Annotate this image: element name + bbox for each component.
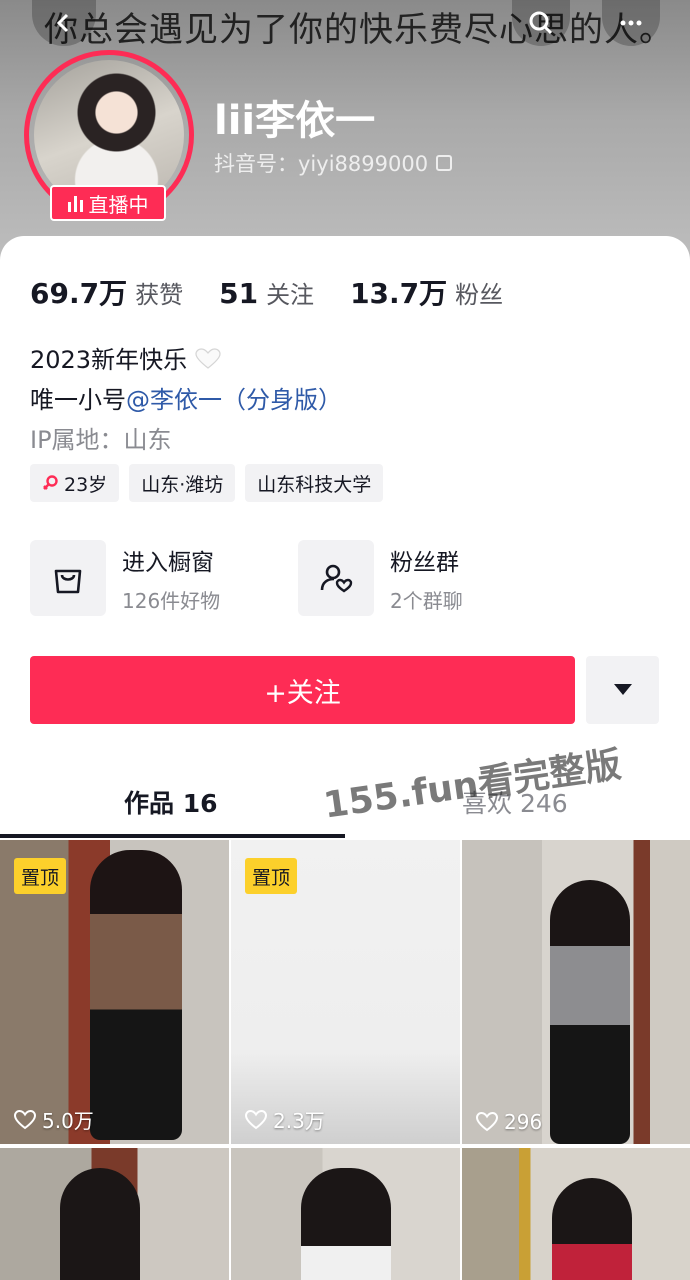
video-thumbnail[interactable] — [0, 1148, 229, 1280]
heart-outline-icon — [476, 1112, 498, 1132]
fan-group-icon — [298, 540, 374, 616]
douyin-id: 抖音号：yiyi8899000 — [214, 148, 453, 178]
profile-header: 你总会遇见为了你的快乐费尽心思的人。 直播中 lii李依一 抖音号：yiyi88… — [0, 0, 690, 260]
video-thumbnail[interactable]: 296 — [462, 840, 690, 1144]
video-thumbnail[interactable] — [231, 1148, 460, 1280]
stat-label: 获赞 — [135, 281, 184, 309]
banner-text: 你总会遇见为了你的快乐费尽心思的人。 — [44, 10, 674, 50]
video-thumbnail[interactable]: 置顶 2.3万 — [231, 840, 460, 1144]
tab-underline — [0, 834, 345, 838]
live-badge[interactable]: 直播中 — [50, 185, 166, 221]
username: lii李依一 — [214, 98, 376, 144]
heart-outline-icon — [14, 1109, 36, 1129]
shop-window-entry[interactable]: 进入橱窗 126件好物 — [30, 540, 298, 616]
profile-card: 69.7万 获赞 51 关注 13.7万 粉丝 2023新年快乐 唯一小号@李依… — [0, 236, 690, 1280]
follow-button[interactable]: +关注 — [30, 656, 575, 724]
stat-followers[interactable]: 13.7万 粉丝 — [350, 272, 503, 312]
douyin-id-text: 抖音号：yiyi8899000 — [214, 152, 429, 176]
tag-school: 山东科技大学 — [245, 464, 384, 502]
bio-line-1: 2023新年快乐 — [30, 340, 342, 380]
bio-text: 唯一小号 — [30, 386, 126, 414]
like-count: 296 — [504, 1110, 543, 1134]
tag-age: 23岁 — [30, 464, 120, 502]
video-likes: 5.0万 — [14, 1105, 94, 1134]
shopping-bag-icon — [30, 540, 106, 616]
tag-label: 山东科技大学 — [257, 473, 372, 496]
copy-icon[interactable] — [436, 155, 453, 171]
stat-label: 粉丝 — [455, 281, 504, 309]
more-icon — [620, 20, 642, 26]
shortcut-subtitle: 2个群聊 — [390, 588, 463, 613]
pinned-badge: 置顶 — [14, 858, 67, 894]
chevron-left-icon — [56, 13, 69, 33]
fan-group-entry[interactable]: 粉丝群 2个群聊 — [298, 540, 566, 616]
female-icon — [43, 475, 58, 490]
more-options-button[interactable] — [586, 656, 659, 724]
tab-works[interactable]: 作品 16 — [124, 784, 218, 820]
tag-label: 山东·潍坊 — [141, 473, 224, 496]
shortcuts-row: 进入橱窗 126件好物 粉丝群 2个群聊 — [30, 540, 566, 616]
like-count: 2.3万 — [273, 1109, 325, 1133]
video-thumbnail[interactable]: 置顶 5.0万 — [0, 840, 229, 1144]
tag-label: 23岁 — [64, 473, 108, 496]
stat-following[interactable]: 51 关注 — [219, 275, 314, 310]
stat-likes: 69.7万 获赞 — [30, 272, 183, 312]
video-thumbnail[interactable] — [462, 1148, 690, 1280]
bio-text: 2023新年快乐 — [30, 346, 188, 374]
tag-location: 山东·潍坊 — [129, 464, 236, 502]
live-bars-icon — [67, 194, 83, 212]
bio-line-2: 唯一小号@李依一（分身版） — [30, 380, 342, 420]
like-count: 5.0万 — [42, 1109, 94, 1133]
shortcut-title: 粉丝群 — [390, 549, 459, 576]
bio: 2023新年快乐 唯一小号@李依一（分身版） IP属地：山东 — [30, 340, 342, 460]
ip-location: IP属地：山东 — [30, 426, 172, 454]
stats-row: 69.7万 获赞 51 关注 13.7万 粉丝 — [30, 272, 539, 312]
stat-number: 13.7万 — [350, 277, 448, 310]
live-label: 直播中 — [88, 192, 149, 217]
white-heart-icon — [195, 348, 221, 369]
heart-outline-icon — [245, 1109, 267, 1129]
search-icon — [529, 11, 553, 35]
shortcut-title: 进入橱窗 — [122, 549, 214, 576]
stat-number: 69.7万 — [30, 277, 128, 310]
stat-number: 51 — [219, 277, 259, 310]
mention-link[interactable]: @李依一（分身版） — [126, 386, 342, 414]
video-likes: 2.3万 — [245, 1105, 325, 1134]
shortcut-subtitle: 126件好物 — [122, 588, 221, 613]
pinned-badge: 置顶 — [245, 858, 298, 894]
video-grid: 置顶 5.0万 置顶 2.3万 296 — [0, 840, 690, 1280]
tags-row: 23岁 山东·潍坊 山东科技大学 — [30, 464, 384, 502]
stat-label: 关注 — [266, 281, 315, 309]
video-likes: 296 — [476, 1110, 542, 1134]
triangle-down-icon — [613, 684, 632, 695]
